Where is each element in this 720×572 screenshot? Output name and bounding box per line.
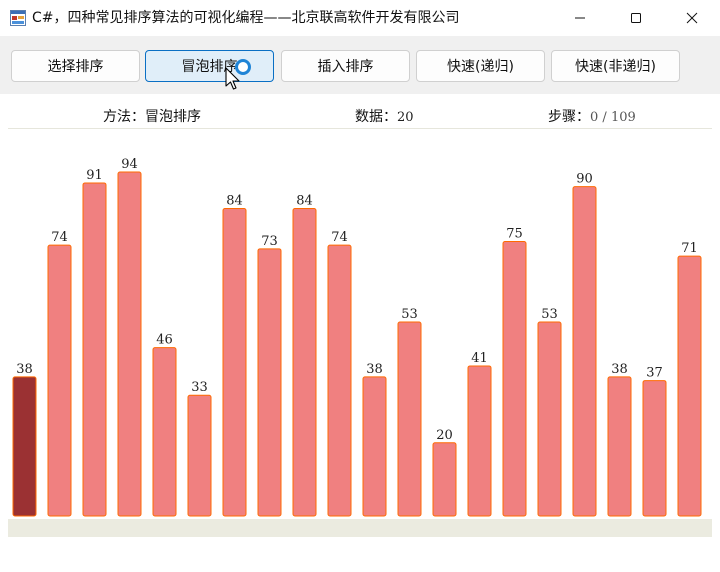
bar-value-label-13: 41	[471, 351, 488, 366]
bar-4	[152, 347, 177, 517]
bar-value-label-8: 84	[296, 194, 313, 209]
bubble-sort-button[interactable]: 冒泡排序	[145, 50, 274, 90]
bar-10	[362, 376, 387, 517]
selection-sort-label: 选择排序	[47, 59, 104, 75]
method-value: 冒泡排序	[145, 109, 201, 125]
steps-total: 109	[610, 110, 636, 125]
minimize-button[interactable]	[557, 0, 603, 36]
mouse-pointer-icon	[225, 67, 240, 90]
bar-value-label-7: 73	[261, 234, 278, 249]
app-icon	[10, 10, 26, 26]
insertion-sort-button[interactable]: 插入排序	[281, 50, 410, 82]
bar-6	[222, 208, 247, 517]
steps-info: 步骤：0 / 109	[548, 106, 636, 126]
quick-sort-recursive-label: 快速(递归)	[447, 59, 514, 75]
bar-14	[502, 241, 527, 517]
method-info: 方法：冒泡排序	[103, 106, 201, 126]
bar-value-label-18: 37	[646, 366, 663, 381]
bar-16	[572, 186, 597, 517]
sort-visualization-chart: 38 74 91 94 46 33 84 73 84 74 38 53 20 41 75 53 90 38 37 71	[8, 129, 712, 518]
bar-value-label-10: 38	[366, 362, 383, 377]
data-count-info: 数据：20	[355, 106, 414, 126]
bar-value-label-16: 90	[576, 172, 593, 187]
bar-17	[607, 376, 632, 517]
steps-separator: /	[598, 110, 611, 125]
bar-value-label-11: 53	[401, 307, 418, 322]
bar-18	[642, 380, 667, 517]
bar-value-label-15: 53	[541, 307, 558, 322]
method-label: 方法：	[103, 109, 145, 125]
toolbar: 选择排序 冒泡排序 插入排序 快速(递归) 快速(非递归)	[0, 36, 720, 94]
info-row: 方法：冒泡排序 数据：20 步骤：0 / 109	[8, 100, 712, 129]
selection-sort-button[interactable]: 选择排序	[11, 50, 140, 82]
bar-value-label-5: 33	[191, 380, 208, 395]
bar-0	[12, 376, 37, 517]
quick-sort-iterative-button[interactable]: 快速(非递归)	[551, 50, 680, 82]
bar-13	[467, 365, 492, 517]
data-count-value: 20	[397, 110, 414, 125]
close-button[interactable]	[669, 0, 715, 36]
maximize-button[interactable]	[613, 0, 659, 36]
title-bar: C#，四种常见排序算法的可视化编程——北京联高软件开发有限公司	[0, 0, 720, 36]
bar-value-label-0: 38	[16, 362, 33, 377]
bars-canvas: 38 74 91 94 46 33 84 73 84 74 38 53 20 41 75 53 90 38 37 71	[12, 157, 702, 517]
bar-15	[537, 321, 562, 517]
bar-value-label-1: 74	[51, 230, 68, 245]
bar-value-label-2: 91	[86, 168, 103, 183]
bar-value-label-17: 38	[611, 362, 628, 377]
steps-label: 步骤：	[548, 109, 590, 125]
bar-19	[677, 255, 702, 517]
maximize-icon	[631, 13, 641, 23]
bar-3	[117, 171, 142, 517]
bar-1	[47, 244, 72, 517]
bar-7	[257, 248, 282, 517]
quick-sort-recursive-button[interactable]: 快速(递归)	[416, 50, 545, 82]
bar-11	[397, 321, 422, 517]
close-icon	[686, 12, 698, 24]
bar-12	[432, 442, 457, 517]
minimize-icon	[575, 17, 585, 19]
bar-5	[187, 394, 212, 517]
chart-baseline-band	[8, 519, 712, 537]
bar-value-label-19: 71	[681, 241, 698, 256]
quick-sort-iterative-label: 快速(非递归)	[575, 59, 656, 75]
bar-8	[292, 208, 317, 517]
bar-value-label-4: 46	[156, 333, 173, 348]
bar-value-label-9: 74	[331, 230, 348, 245]
bar-value-label-3: 94	[121, 157, 138, 172]
bar-value-label-14: 75	[506, 227, 523, 242]
bar-value-label-12: 20	[436, 428, 453, 443]
bar-2	[82, 182, 107, 517]
window-title: C#，四种常见排序算法的可视化编程——北京联高软件开发有限公司	[32, 10, 460, 26]
data-count-label: 数据：	[355, 109, 397, 125]
insertion-sort-label: 插入排序	[317, 59, 374, 75]
bar-value-label-6: 84	[226, 194, 243, 209]
bar-9	[327, 244, 352, 517]
